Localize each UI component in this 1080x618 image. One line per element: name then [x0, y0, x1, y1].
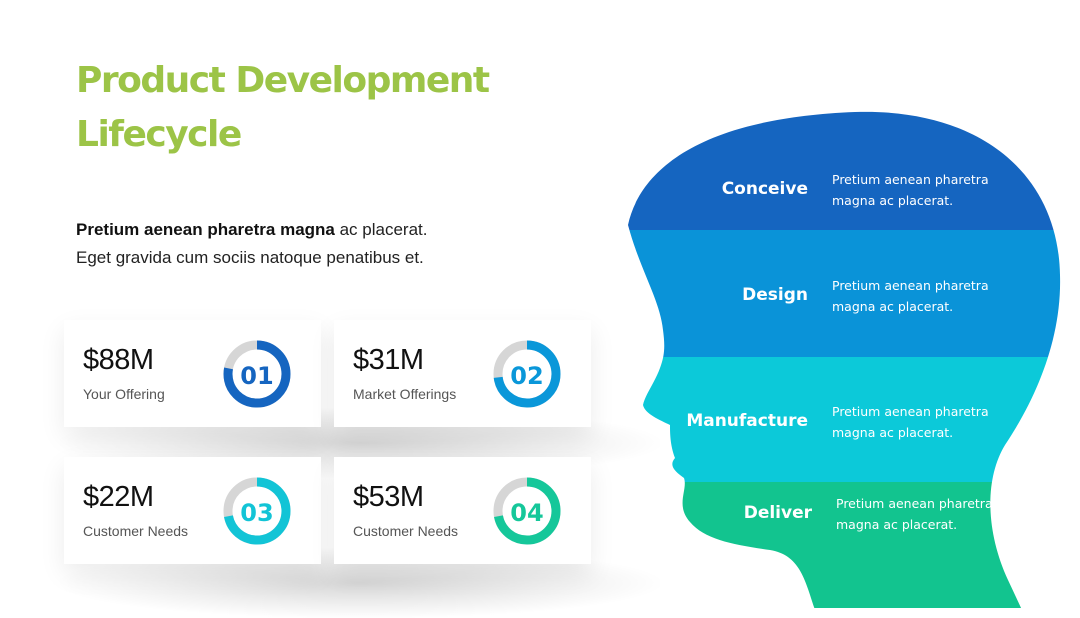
- stage-label-manufacture: Manufacture: [686, 411, 808, 431]
- stage-label-design: Design: [742, 285, 808, 305]
- stage-text: Pretium aenean pharetra: [832, 278, 989, 293]
- head-silhouette: Conceive Pretium aenean pharetra magna a…: [628, 111, 1061, 608]
- stage-text: magna ac placerat.: [832, 299, 953, 314]
- band-manufacture: [628, 357, 1061, 482]
- stage-text: magna ac placerat.: [832, 425, 953, 440]
- stage-label-conceive: Conceive: [722, 179, 808, 199]
- band-design: [628, 230, 1061, 357]
- stage-text: Pretium aenean pharetra: [832, 404, 989, 419]
- stage-label-deliver: Deliver: [744, 503, 813, 523]
- stage-text: magna ac placerat.: [832, 193, 953, 208]
- band-conceive: [628, 111, 1061, 230]
- stage-text: Pretium aenean pharetra: [832, 172, 989, 187]
- stage-text: magna ac placerat.: [836, 517, 957, 532]
- stage-text: Pretium aenean pharetra: [836, 496, 993, 511]
